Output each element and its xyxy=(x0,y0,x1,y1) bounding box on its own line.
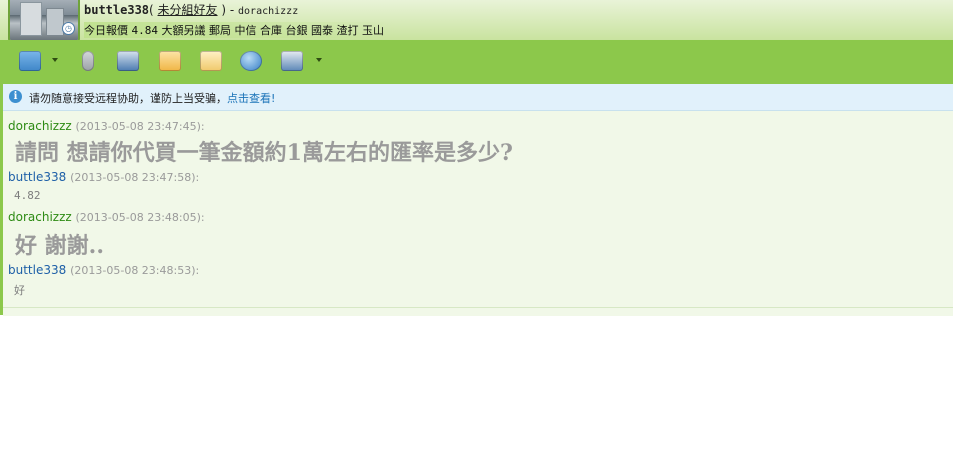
status-rate: 4.84 xyxy=(131,24,159,37)
remote-assist-dropdown-icon[interactable] xyxy=(316,58,322,62)
send-file-dropdown-icon[interactable] xyxy=(52,58,58,62)
message-header: dorachizzz (2013-05-08 23:48:05): xyxy=(8,210,205,224)
voice-microphone-icon xyxy=(82,51,94,71)
contact-nickname: dorachizzz xyxy=(238,6,299,17)
voice-button[interactable] xyxy=(75,49,101,73)
info-icon: i xyxy=(9,90,22,103)
message-body: 請問 想請你代買一筆金額約1萬左右的匯率是多少? xyxy=(15,140,513,166)
chat-window: ◷ buttle338( 未分組好友 ) - dorachizzz 今日報價 4… xyxy=(0,0,953,316)
chat-header: ◷ buttle338( 未分組好友 ) - dorachizzz 今日報價 4… xyxy=(0,0,953,42)
browser-button[interactable] xyxy=(238,49,264,73)
group-chat-icon xyxy=(159,51,181,71)
message-timestamp: (2013-05-08 23:47:45): xyxy=(75,120,205,133)
chat-toolbar xyxy=(0,40,953,82)
contact-status-message: 今日報價 4.84 大額另議 郵局 中信 合庫 台銀 國泰 渣打 玉山 xyxy=(84,22,396,38)
chat-divider xyxy=(3,307,953,316)
contact-username: buttle338 xyxy=(84,3,150,17)
contact-group-link[interactable]: 未分組好友 xyxy=(158,3,218,17)
group-paren-close: ) xyxy=(217,3,227,17)
clock-icon: ◷ xyxy=(62,22,75,35)
message-sender[interactable]: dorachizzz xyxy=(8,210,72,224)
video-button[interactable] xyxy=(115,49,141,73)
message-timestamp: (2013-05-08 23:48:05): xyxy=(75,211,205,224)
send-file-button[interactable] xyxy=(17,49,43,73)
group-paren-open: ( xyxy=(149,3,158,17)
message-sender[interactable]: dorachizzz xyxy=(8,119,72,133)
email-icon xyxy=(200,51,222,71)
notice-text: 请勿随意接受远程协助，谨防上当受骗，点击查看! xyxy=(29,90,275,106)
avatar-building xyxy=(20,2,42,36)
message-header: buttle338 (2013-05-08 23:47:58): xyxy=(8,170,199,184)
message-header: buttle338 (2013-05-08 23:48:53): xyxy=(8,263,199,277)
message-header: dorachizzz (2013-05-08 23:47:45): xyxy=(8,119,205,133)
send-file-icon xyxy=(19,51,41,71)
avatar-building xyxy=(46,8,64,36)
contact-title: buttle338( 未分組好友 ) - dorachizzz xyxy=(84,1,298,18)
security-notice-bar: i 请勿随意接受远程协助，谨防上当受骗，点击查看! xyxy=(3,84,953,111)
message-body: 好 xyxy=(14,284,25,297)
message-body: 4.82 xyxy=(14,189,41,202)
remote-assist-button[interactable] xyxy=(279,49,305,73)
status-rest: 大額另議 郵局 中信 合庫 台銀 國泰 渣打 玉山 xyxy=(158,24,384,37)
message-timestamp: (2013-05-08 23:48:53): xyxy=(70,264,200,277)
title-separator: - xyxy=(226,3,239,17)
notice-message: 请勿随意接受远程协助，谨防上当受骗， xyxy=(29,92,227,105)
message-body: 好 謝謝.. xyxy=(15,233,104,259)
video-camera-icon xyxy=(117,51,139,71)
chat-history[interactable]: dorachizzz (2013-05-08 23:47:45): 請問 想請你… xyxy=(3,111,953,307)
message-sender[interactable]: buttle338 xyxy=(8,170,66,184)
remote-assist-icon xyxy=(281,51,303,71)
message-sender[interactable]: buttle338 xyxy=(8,263,66,277)
status-prefix: 今日報價 xyxy=(84,24,132,37)
message-timestamp: (2013-05-08 23:47:58): xyxy=(70,171,200,184)
browser-globe-icon xyxy=(240,51,262,71)
contact-avatar[interactable] xyxy=(8,0,80,42)
group-chat-button[interactable] xyxy=(157,49,183,73)
email-button[interactable] xyxy=(198,49,224,73)
notice-link[interactable]: 点击查看! xyxy=(227,92,275,105)
